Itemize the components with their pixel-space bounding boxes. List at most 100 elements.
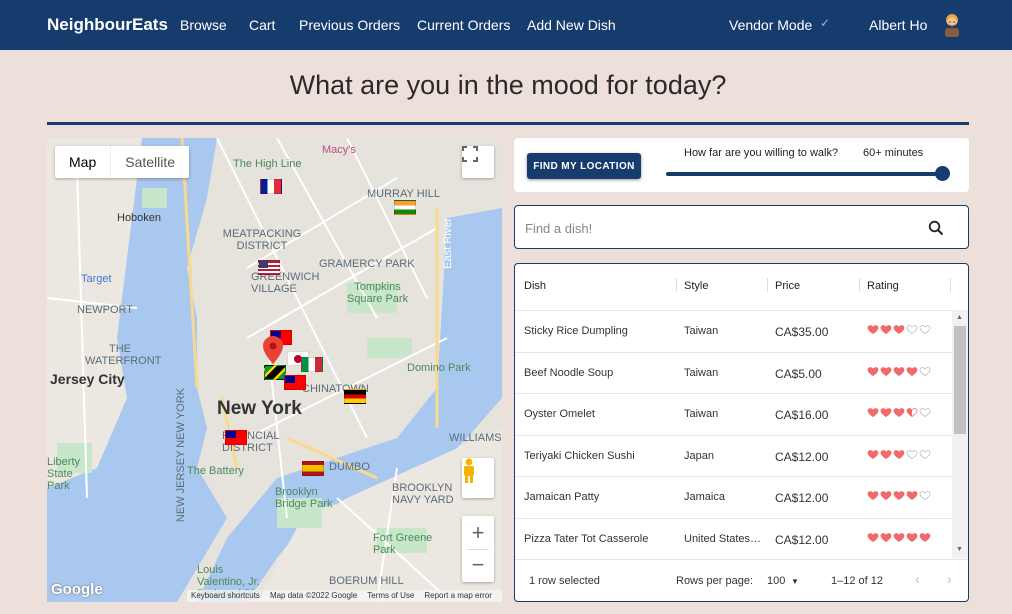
- heart-empty-icon: [906, 449, 918, 459]
- map-label: THE WATERFRONT: [85, 343, 162, 367]
- column-separator[interactable]: [950, 278, 951, 292]
- heart-filled-icon: [880, 449, 892, 459]
- taiwan-flag-marker[interactable]: [284, 375, 306, 390]
- find-my-location-button[interactable]: FIND MY LOCATION: [527, 153, 641, 179]
- map-type-map-button[interactable]: Map: [55, 146, 112, 178]
- heart-empty-icon: [919, 366, 931, 376]
- keyboard-shortcuts-link[interactable]: Keyboard shortcuts: [191, 590, 260, 602]
- walk-distance-value: 60+ minutes: [863, 147, 924, 159]
- nav-current-orders[interactable]: Current Orders: [417, 17, 510, 33]
- street-view-button[interactable]: [462, 458, 494, 498]
- cell-dish: Teriyaki Chicken Sushi: [524, 449, 635, 462]
- map-label: The Battery: [187, 465, 244, 477]
- india-flag-marker[interactable]: [394, 200, 416, 215]
- germany-flag-marker[interactable]: [344, 389, 366, 404]
- table-row[interactable]: Pizza Tater Tot Casserole United States… C…: [515, 517, 952, 560]
- fullscreen-button[interactable]: [462, 146, 494, 178]
- heart-empty-icon: [906, 325, 918, 334]
- heart-empty-icon: [919, 449, 931, 459]
- heart-filled-icon: [893, 408, 905, 417]
- cell-style: Jamaica: [684, 491, 725, 503]
- walk-distance-label: How far are you willing to walk?: [684, 147, 839, 159]
- cell-dish: Pizza Tater Tot Casserole: [524, 532, 649, 545]
- table-scrollbar[interactable]: ▲ ▼: [952, 310, 968, 558]
- table-row[interactable]: Oyster Omelet Taiwan CA$16.00: [515, 393, 952, 435]
- italy-flag-marker[interactable]: [301, 357, 323, 372]
- map-label: DUMBO: [329, 461, 370, 473]
- avatar[interactable]: [942, 13, 962, 37]
- jamaica-flag-marker[interactable]: [264, 365, 286, 380]
- user-name[interactable]: Albert Ho: [869, 17, 927, 33]
- column-separator[interactable]: [676, 278, 677, 292]
- cell-price: CA$5.00: [775, 366, 822, 381]
- location-pin-icon[interactable]: [263, 336, 283, 364]
- map-label: Jersey City: [50, 371, 125, 387]
- table-row[interactable]: Sticky Rice Dumpling Taiwan CA$35.00: [515, 310, 952, 352]
- zoom-in-button[interactable]: +: [472, 517, 485, 549]
- zoom-control: + −: [462, 516, 494, 582]
- scrollbar-thumb[interactable]: [954, 326, 966, 434]
- map-label: Macy's: [322, 144, 356, 156]
- map-label: Fort Greene Park: [373, 532, 433, 556]
- nav-previous-orders[interactable]: Previous Orders: [299, 17, 400, 33]
- usa-flag-marker[interactable]: [258, 260, 280, 275]
- heart-filled-icon: [893, 325, 905, 334]
- page-title: What are you in the mood for today?: [289, 70, 727, 100]
- france-flag-marker[interactable]: [260, 179, 282, 194]
- spain-flag-marker[interactable]: [302, 461, 324, 476]
- heart-filled-icon: [893, 532, 905, 542]
- heart-filled-icon: [880, 325, 892, 334]
- cell-dish: Jamaican Patty: [524, 491, 600, 503]
- rating-hearts: [867, 323, 931, 335]
- heart-filled-icon: [880, 366, 892, 376]
- rows-per-page-select[interactable]: 100: [767, 575, 785, 587]
- table-row[interactable]: Teriyaki Chicken Sushi Japan CA$12.00: [515, 434, 952, 477]
- map-type-satellite-button[interactable]: Satellite: [111, 146, 189, 178]
- brand-logo[interactable]: NeighbourEats: [47, 15, 168, 35]
- map-label: Brooklyn Bridge Park: [275, 486, 333, 510]
- taiwan-flag-marker[interactable]: [225, 430, 247, 445]
- selection-count: 1 row selected: [529, 575, 600, 587]
- rating-hearts: [867, 365, 931, 377]
- location-card: FIND MY LOCATION How far are you willing…: [514, 138, 969, 192]
- walk-distance-slider-thumb[interactable]: [935, 166, 950, 181]
- dropdown-arrow-icon[interactable]: ▼: [791, 577, 799, 586]
- map-label: The High Line: [233, 158, 302, 170]
- map-label: Domino Park: [407, 362, 471, 374]
- heart-filled-icon: [880, 491, 892, 500]
- report-error-link[interactable]: Report a map error: [424, 590, 492, 602]
- column-header-price[interactable]: Price: [775, 280, 800, 292]
- table-row[interactable]: Beef Noodle Soup Taiwan CA$5.00: [515, 351, 952, 394]
- heart-filled-icon: [880, 408, 892, 417]
- cell-price: CA$12.00: [775, 532, 829, 547]
- column-separator[interactable]: [859, 278, 860, 292]
- nav-browse[interactable]: Browse: [180, 17, 227, 33]
- map-view[interactable]: The High Line Macy's MURRAY HILL Hoboken…: [47, 138, 502, 602]
- cell-price: CA$35.00: [775, 325, 829, 339]
- previous-page-icon[interactable]: ‹: [915, 571, 920, 587]
- map-label: WILLIAMS: [449, 432, 502, 444]
- search-icon[interactable]: [928, 220, 944, 236]
- table-row[interactable]: Jamaican Patty Jamaica CA$12.00: [515, 476, 952, 518]
- map-label: Target: [81, 273, 112, 285]
- google-logo[interactable]: Google: [51, 581, 103, 598]
- column-separator[interactable]: [767, 278, 768, 292]
- column-header-style[interactable]: Style: [684, 280, 708, 292]
- map-type-control: Map Satellite: [55, 146, 190, 178]
- nav-add-new-dish[interactable]: Add New Dish: [527, 17, 616, 33]
- map-label: Hoboken: [117, 212, 162, 224]
- column-header-rating[interactable]: Rating: [867, 280, 899, 292]
- column-header-dish[interactable]: Dish: [524, 280, 546, 292]
- next-page-icon[interactable]: ›: [947, 571, 952, 587]
- nav-cart[interactable]: Cart: [249, 17, 275, 33]
- heart-filled-icon: [893, 449, 905, 459]
- check-icon[interactable]: ✓: [820, 16, 830, 30]
- top-navbar: NeighbourEats Browse Cart Previous Order…: [0, 0, 1012, 50]
- dish-search-input[interactable]: [525, 218, 905, 238]
- cell-style: Taiwan: [684, 408, 719, 420]
- vendor-mode-toggle[interactable]: Vendor Mode: [729, 17, 812, 33]
- walk-distance-track[interactable]: [666, 172, 944, 176]
- zoom-out-button[interactable]: −: [472, 550, 485, 582]
- heart-filled-icon: [893, 491, 905, 500]
- terms-link[interactable]: Terms of Use: [367, 590, 414, 602]
